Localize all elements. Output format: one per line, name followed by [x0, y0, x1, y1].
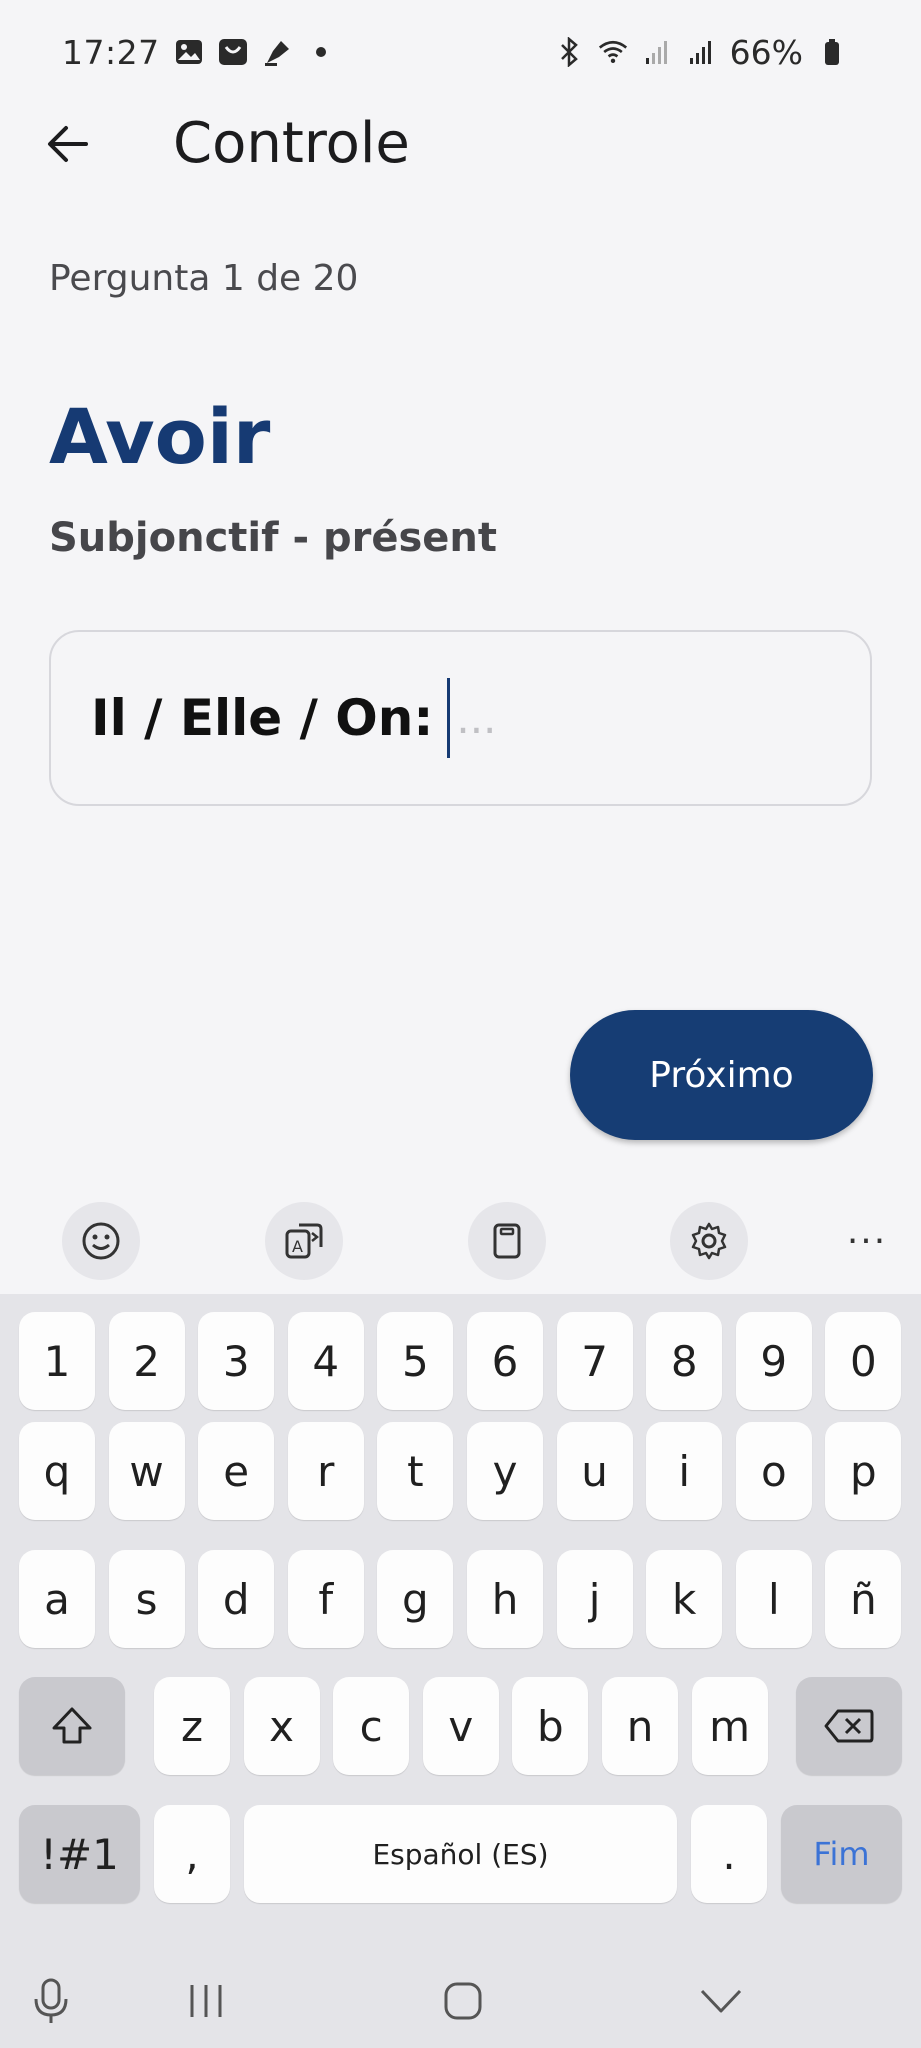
comma-key[interactable]: , [154, 1805, 230, 1903]
collapse-keyboard-icon[interactable] [686, 1966, 756, 2036]
key-p[interactable]: p [825, 1422, 902, 1520]
key-l[interactable]: l [735, 1550, 812, 1648]
key-3[interactable]: 3 [198, 1312, 275, 1410]
space-key[interactable]: Español (ES) [244, 1805, 677, 1903]
key-j[interactable]: j [556, 1550, 633, 1648]
keyboard-toolbar: A ··· [0, 1200, 921, 1294]
backspace-key[interactable] [796, 1677, 902, 1775]
shift-icon [52, 1707, 92, 1744]
key-o[interactable]: o [735, 1422, 812, 1520]
key-4[interactable]: 4 [287, 1312, 364, 1410]
key-i[interactable]: i [646, 1422, 723, 1520]
key-v[interactable]: v [422, 1677, 499, 1775]
question-counter: Pergunta 1 de 20 [49, 258, 359, 299]
key-n[interactable]: n [602, 1677, 678, 1775]
next-button[interactable]: Próximo [570, 1010, 873, 1140]
key-1[interactable]: 1 [19, 1312, 95, 1410]
key-u[interactable]: u [556, 1422, 633, 1520]
key-g[interactable]: g [377, 1550, 454, 1648]
shift-key[interactable] [19, 1677, 125, 1775]
clipboard-icon[interactable] [468, 1202, 546, 1280]
keyboard: 1 2 3 4 5 6 7 8 9 0 q w e r t y u i o p a s d f g h j k l ñ z x c v b n m !#1… [0, 1294, 921, 1952]
more-icon[interactable]: ··· [828, 1202, 906, 1280]
microphone-icon[interactable] [16, 1966, 86, 2036]
shopping-bag-icon [218, 37, 248, 67]
key-ñ[interactable]: ñ [825, 1550, 902, 1648]
page-title: Controle [173, 111, 410, 176]
key-f[interactable]: f [287, 1550, 364, 1648]
key-2[interactable]: 2 [108, 1312, 185, 1410]
key-y[interactable]: y [467, 1422, 543, 1520]
pronoun-label: Il / Elle / On: [91, 689, 434, 747]
app-bar: Controle [0, 104, 921, 284]
verb-title: Avoir [49, 392, 271, 481]
key-h[interactable]: h [467, 1550, 543, 1648]
key-x[interactable]: x [243, 1677, 320, 1775]
answer-input[interactable] [447, 678, 808, 758]
status-bar: 17:27 66% [0, 0, 921, 104]
signal-icon [686, 37, 716, 67]
key-w[interactable]: w [108, 1422, 185, 1520]
key-t[interactable]: t [377, 1422, 454, 1520]
key-8[interactable]: 8 [646, 1312, 723, 1410]
home-icon[interactable] [428, 1966, 498, 2036]
symbols-key[interactable]: !#1 [19, 1805, 140, 1903]
svg-text:A: A [292, 1237, 303, 1256]
recent-apps-icon[interactable] [171, 1966, 241, 2036]
key-7[interactable]: 7 [556, 1312, 633, 1410]
navigation-bar [0, 1952, 921, 2048]
pen-icon [262, 37, 292, 67]
back-button[interactable] [36, 104, 100, 184]
wifi-icon [598, 37, 628, 67]
dot-icon [306, 37, 336, 67]
key-d[interactable]: d [198, 1550, 275, 1648]
translate-icon[interactable]: A [265, 1202, 343, 1280]
answer-field[interactable]: Il / Elle / On: [49, 630, 872, 806]
key-9[interactable]: 9 [735, 1312, 812, 1410]
status-left: 17:27 [62, 33, 336, 72]
key-m[interactable]: m [691, 1677, 768, 1775]
settings-icon[interactable] [670, 1202, 748, 1280]
status-right: 66% [554, 33, 847, 72]
bluetooth-icon [554, 37, 584, 67]
signal-icon [642, 37, 672, 67]
key-k[interactable]: k [646, 1550, 723, 1648]
gallery-icon [174, 37, 204, 67]
key-5[interactable]: 5 [377, 1312, 454, 1410]
key-q[interactable]: q [19, 1422, 95, 1520]
key-0[interactable]: 0 [825, 1312, 902, 1410]
tense-label: Subjonctif - présent [49, 515, 498, 561]
period-key[interactable]: . [691, 1805, 767, 1903]
status-time: 17:27 [62, 32, 160, 72]
battery-percentage: 66% [729, 32, 803, 72]
key-r[interactable]: r [287, 1422, 364, 1520]
key-b[interactable]: b [512, 1677, 589, 1775]
done-key[interactable]: Fim [781, 1805, 902, 1903]
emoji-icon[interactable] [62, 1202, 140, 1280]
battery-icon [817, 37, 847, 67]
key-c[interactable]: c [333, 1677, 410, 1775]
arrow-back-icon [48, 126, 88, 162]
backspace-icon [824, 1709, 874, 1743]
key-6[interactable]: 6 [467, 1312, 543, 1410]
key-a[interactable]: a [19, 1550, 95, 1648]
key-s[interactable]: s [108, 1550, 185, 1648]
key-z[interactable]: z [154, 1677, 230, 1775]
key-e[interactable]: e [198, 1422, 275, 1520]
